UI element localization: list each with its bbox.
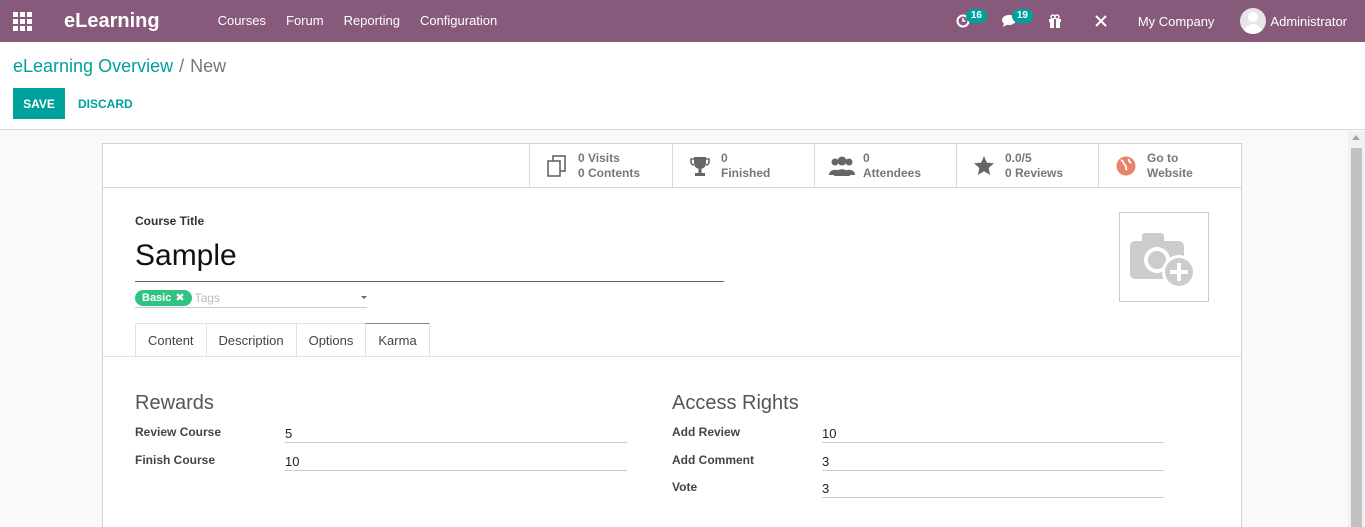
activity-count-badge: 16 <box>965 9 987 23</box>
breadcrumb-current: New <box>190 56 227 76</box>
menu-item-forum[interactable]: Forum <box>276 0 334 42</box>
tab-content[interactable]: Content <box>135 323 206 357</box>
scrollbar-thumb[interactable] <box>1351 148 1362 527</box>
scroll-up-arrow-icon[interactable] <box>1352 135 1360 140</box>
breadcrumb: eLearning Overview / New <box>13 56 226 77</box>
company-switcher[interactable]: My Company <box>1138 14 1215 29</box>
avatar <box>1240 8 1267 34</box>
save-button[interactable]: SAVE <box>13 88 65 119</box>
finish-course-label: Finish Course <box>135 453 216 467</box>
app-brand[interactable]: eLearning <box>64 10 160 33</box>
finish-course-input[interactable]: 10 <box>285 451 627 471</box>
stat-button-box: 0 Visits 0 Contents 0 Finished 0 Attendees … <box>103 144 1241 188</box>
activity-button[interactable]: 16 <box>948 0 987 42</box>
attendees-button[interactable]: 0 Attendees <box>814 144 957 188</box>
tabs-divider <box>103 356 1241 357</box>
discard-button[interactable]: DISCARD <box>72 88 139 119</box>
tags-input[interactable]: Tags <box>195 291 220 305</box>
visits-count: 0 Visits <box>578 151 620 165</box>
vote-input[interactable]: 3 <box>822 478 1164 498</box>
breadcrumb-parent[interactable]: eLearning Overview <box>13 56 173 76</box>
tab-description[interactable]: Description <box>205 323 296 357</box>
messages-count-badge: 19 <box>1011 9 1033 23</box>
tag-badge: Basic ✖ <box>135 289 192 306</box>
camera-add-icon <box>1130 233 1196 289</box>
attendees-label: Attendees <box>863 166 922 180</box>
add-comment-label: Add Comment <box>672 453 754 467</box>
menu-item-configuration[interactable]: Configuration <box>410 0 507 42</box>
website-label-line2: Website <box>1147 166 1193 180</box>
vote-label: Vote <box>672 480 698 494</box>
top-navbar: eLearning Courses Forum Reporting Config… <box>0 0 1365 42</box>
trophy-icon <box>687 153 713 179</box>
globe-icon <box>1113 153 1139 179</box>
add-review-label: Add Review <box>672 425 741 439</box>
reviews-count: 0 Reviews <box>1005 166 1064 180</box>
star-icon <box>971 153 997 179</box>
menu-item-courses[interactable]: Courses <box>208 0 276 42</box>
tab-karma[interactable]: Karma <box>365 323 430 357</box>
main-menu: Courses Forum Reporting Configuration <box>208 0 508 42</box>
messages-button[interactable]: 19 <box>994 0 1033 42</box>
form-tabs: Content Description Options Karma <box>135 323 430 357</box>
tag-label: Basic <box>142 291 172 304</box>
user-name: Administrator <box>1270 13 1347 29</box>
finished-label: Finished <box>721 166 771 180</box>
course-title-label: Course Title <box>135 214 205 228</box>
contents-count: 0 Contents <box>578 166 641 180</box>
reviews-button[interactable]: 0.0/5 0 Reviews <box>956 144 1099 188</box>
dropdown-caret-icon[interactable] <box>361 296 367 299</box>
finished-button[interactable]: 0 Finished <box>672 144 815 188</box>
course-image-upload[interactable] <box>1119 212 1209 302</box>
gift-button[interactable] <box>1040 0 1070 42</box>
documents-icon <box>544 153 570 179</box>
website-label-line1: Go to <box>1147 151 1179 165</box>
scrollbar[interactable] <box>1348 131 1365 527</box>
gift-icon <box>1048 14 1061 28</box>
add-comment-input[interactable]: 3 <box>822 451 1164 471</box>
tab-options[interactable]: Options <box>295 323 366 357</box>
rating-value: 0.0/5 <box>1005 151 1032 165</box>
finished-count: 0 <box>721 151 728 165</box>
course-title-input[interactable]: Sample <box>135 234 724 282</box>
users-icon <box>829 153 855 179</box>
breadcrumb-separator: / <box>179 56 185 76</box>
debug-tools-button[interactable] <box>1086 0 1116 42</box>
rewards-group-title: Rewards <box>135 392 214 414</box>
menu-item-reporting[interactable]: Reporting <box>334 0 410 42</box>
control-panel: eLearning Overview / New SAVE DISCARD <box>0 42 1365 130</box>
form-sheet: 0 Visits 0 Contents 0 Finished 0 Attendees … <box>102 143 1242 527</box>
add-review-input[interactable]: 10 <box>822 423 1164 443</box>
tools-icon <box>1095 15 1107 27</box>
remove-tag-icon[interactable]: ✖ <box>175 292 184 304</box>
apps-menu-icon[interactable] <box>0 0 44 42</box>
user-menu[interactable]: Administrator <box>1240 8 1347 34</box>
review-course-input[interactable]: 5 <box>285 423 627 443</box>
attendees-count: 0 <box>863 151 870 165</box>
visits-contents-button[interactable]: 0 Visits 0 Contents <box>529 144 672 188</box>
go-to-website-button[interactable]: Go to Website <box>1098 144 1241 188</box>
review-course-label: Review Course <box>135 425 222 439</box>
access-rights-group-title: Access Rights <box>672 392 799 414</box>
tags-field[interactable]: Basic ✖ Tags <box>135 288 367 308</box>
